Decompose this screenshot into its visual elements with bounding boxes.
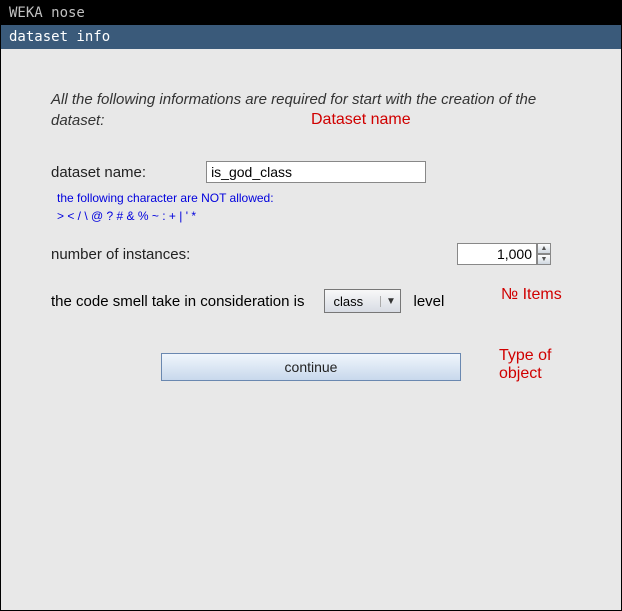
panel-title: dataset info — [1, 25, 621, 49]
instances-input[interactable] — [457, 243, 537, 265]
continue-button[interactable]: continue — [161, 353, 461, 381]
level-suffix-label: level — [413, 293, 444, 310]
instances-label: number of instances: — [51, 246, 190, 263]
annotation-dataset-name: Dataset name — [311, 111, 411, 129]
forbidden-chars-warning: the following character are NOT allowed:… — [57, 189, 571, 225]
annotation-type-of-object: Type of object — [499, 347, 551, 382]
level-prefix-label: the code smell take in consideration is — [51, 293, 304, 310]
level-dropdown[interactable]: class ▼ — [324, 289, 401, 313]
dataset-name-label: dataset name: — [51, 164, 146, 181]
chevron-down-icon: ▼ — [380, 296, 400, 307]
instances-decrement-button[interactable]: ▼ — [537, 254, 551, 265]
annotation-items: № Items — [501, 286, 562, 304]
dataset-name-input[interactable] — [206, 161, 426, 183]
instances-increment-button[interactable]: ▲ — [537, 243, 551, 254]
level-dropdown-selected: class — [325, 294, 380, 309]
window-title: WEKA nose — [1, 1, 621, 25]
